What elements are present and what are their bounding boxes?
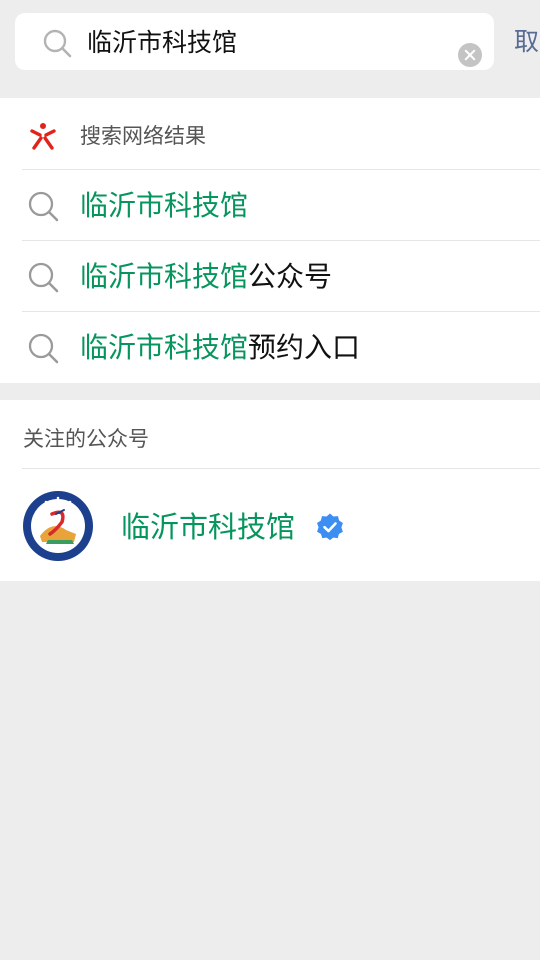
- divider: [22, 468, 540, 469]
- web-results-title: 搜索网络结果: [80, 124, 206, 148]
- followed-accounts-title: 关注的公众号: [23, 427, 149, 451]
- account-name: 临沂市科技馆: [121, 510, 296, 544]
- web-results-section: 搜索网络结果 临沂市科技馆 临沂市科技馆公众号 临沂市科技馆预约入口: [0, 98, 540, 383]
- suggestion-highlight: 临沂市科技馆: [80, 331, 249, 364]
- web-results-header[interactable]: 搜索网络结果: [0, 98, 540, 169]
- search-header: 取消: [0, 0, 540, 86]
- sou-logo-icon: [30, 123, 56, 150]
- suggestion-rest: 预约入口: [248, 331, 361, 364]
- suggestion-text: 临沂市科技馆: [80, 187, 248, 225]
- verified-badge-icon: [317, 513, 343, 541]
- suggestion-item[interactable]: 临沂市科技馆: [0, 170, 540, 241]
- search-icon: [28, 191, 59, 222]
- search-icon: [43, 29, 72, 58]
- suggestion-item[interactable]: 临沂市科技馆预约入口: [0, 312, 540, 383]
- search-box[interactable]: [15, 13, 494, 70]
- suggestion-item[interactable]: 临沂市科技馆公众号: [0, 241, 540, 312]
- suggestion-highlight: 临沂市科技馆: [80, 260, 249, 293]
- followed-accounts-section: 关注的公众号 临沂市科技馆: [0, 400, 540, 581]
- cancel-button[interactable]: 取消: [514, 24, 540, 60]
- search-input[interactable]: [87, 23, 442, 59]
- suggestion-text: 临沂市科技馆公众号: [80, 258, 332, 296]
- suggestion-text: 临沂市科技馆预约入口: [80, 329, 360, 367]
- search-icon: [28, 333, 59, 364]
- clear-icon[interactable]: [458, 43, 482, 67]
- account-item[interactable]: 临沂市科技馆: [0, 470, 540, 581]
- avatar: [23, 491, 93, 561]
- suggestion-highlight: 临沂市科技馆: [80, 189, 249, 222]
- search-page: 取消 搜索网络结果 临沂市科技馆: [0, 0, 540, 960]
- suggestion-rest: 公众号: [248, 260, 333, 293]
- search-icon: [28, 262, 59, 293]
